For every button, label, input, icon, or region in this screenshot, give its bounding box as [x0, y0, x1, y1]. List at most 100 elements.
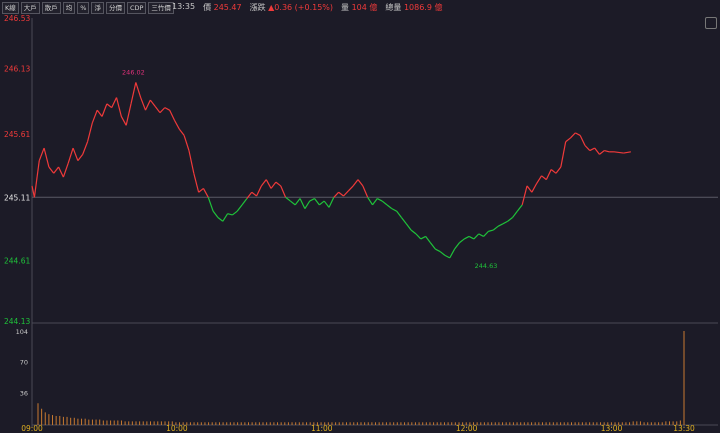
price-line-segment	[579, 135, 586, 146]
price-line-segment	[96, 109, 103, 117]
price-line-segment	[613, 151, 624, 154]
price-line-segment	[396, 210, 402, 218]
price-line-segment	[72, 147, 79, 161]
price-line-segment	[565, 137, 571, 143]
price-line-segment	[53, 166, 60, 174]
price-line-segment	[154, 106, 161, 114]
price-line-segment	[183, 135, 190, 151]
price-line-segment	[468, 235, 475, 240]
price-line-segment	[372, 198, 378, 206]
price-line-segment	[149, 99, 156, 107]
price-line-segment	[285, 196, 291, 202]
x-tick-label: 09:00	[21, 424, 43, 433]
price-line-segment	[560, 141, 567, 168]
price-line-segment	[473, 233, 480, 240]
price-line-segment	[232, 210, 238, 216]
price-line-segment	[541, 175, 547, 181]
price-line-segment	[604, 149, 610, 153]
price-line-segment	[386, 204, 393, 210]
price-line-segment	[120, 116, 127, 126]
y-tick-label: 245.61	[4, 130, 30, 139]
price-line-segment	[280, 185, 287, 198]
price-line-segment	[405, 223, 412, 231]
price-line-segment	[222, 213, 229, 222]
price-line-segment	[106, 103, 113, 109]
price-line-segment	[265, 179, 272, 189]
price-line-segment	[420, 235, 426, 240]
price-line-segment	[58, 166, 64, 178]
price-line-segment	[425, 236, 431, 244]
price-line-segment	[521, 185, 528, 205]
price-line-segment	[502, 220, 508, 225]
price-line-segment	[623, 151, 631, 154]
price-line-segment	[516, 204, 523, 212]
price-line-segment	[140, 97, 147, 111]
price-line-segment	[236, 204, 243, 212]
x-tick-label: 13:30	[673, 424, 695, 433]
price-line-segment	[575, 132, 581, 136]
y-tick-label: 244.13	[4, 317, 30, 326]
price-line-segment	[169, 109, 176, 121]
price-line-segment	[212, 210, 219, 218]
intraday-chart: 246.53 246.13 245.61 245.11 244.61 244.13 09:0…	[4, 14, 718, 433]
price-line-segment	[367, 196, 373, 206]
y-tick-label: 245.11	[4, 193, 30, 202]
price-line-segment	[333, 191, 340, 198]
low-price-label: 244.63	[475, 262, 498, 270]
price-line-segment	[570, 132, 576, 139]
price-line-segment	[362, 185, 369, 198]
volume-tick-label: 70	[20, 359, 28, 367]
price-line-segment	[483, 230, 489, 237]
price-line-segment	[38, 147, 45, 161]
price-line-segment	[599, 150, 605, 155]
price-line-segment	[381, 200, 388, 206]
price-line-segment	[328, 197, 335, 208]
price-line-segment	[188, 150, 195, 174]
y-tick-label: 246.13	[4, 65, 30, 74]
price-line-segment	[343, 190, 349, 197]
price-line-segment	[429, 242, 436, 250]
price-line-segment	[318, 200, 325, 206]
price-line-segment	[159, 107, 166, 114]
price-line-segment	[459, 238, 465, 244]
price-line-segment	[478, 233, 484, 237]
price-line-segment	[115, 97, 122, 117]
price-line-segment	[91, 109, 98, 124]
price-line-segment	[314, 198, 320, 206]
price-line-segment	[130, 82, 137, 104]
price-line-segment	[294, 198, 301, 206]
x-tick-label: 13:00	[601, 424, 623, 433]
price-line-segment	[400, 217, 407, 225]
price-line-segment	[86, 122, 93, 142]
price-line-segment	[275, 181, 282, 187]
price-line-segment	[135, 82, 142, 98]
price-line-segment	[439, 251, 446, 256]
price-line-segment	[444, 254, 451, 259]
price-line-segment	[77, 153, 84, 162]
price-line-segment	[193, 173, 200, 193]
price-line-segment	[299, 198, 306, 209]
price-line-segment	[33, 160, 40, 198]
price-line-segment	[48, 166, 55, 174]
price-line-segment	[251, 191, 257, 197]
price-line-segment	[555, 166, 562, 174]
price-line-segment	[125, 103, 132, 126]
price-line-segment	[144, 99, 151, 111]
y-tick-label: 244.61	[4, 256, 30, 265]
volume-tick-label: 36	[20, 389, 28, 397]
price-line-segment	[352, 179, 359, 187]
price-line-segment	[62, 162, 69, 178]
price-line-segment	[338, 191, 344, 197]
price-line-segment	[260, 179, 267, 187]
price-line-segment	[584, 145, 591, 151]
price-line-segment	[507, 217, 513, 222]
price-line-segment	[241, 198, 248, 206]
price-line-segment	[526, 185, 533, 193]
price-line-segment	[178, 128, 185, 136]
price-line-segment	[488, 229, 494, 232]
price-line-segment	[323, 200, 330, 208]
expand-icon[interactable]	[705, 17, 717, 29]
price-line-segment	[410, 229, 417, 235]
price-line-segment	[207, 197, 214, 212]
price-line-segment	[290, 200, 296, 206]
